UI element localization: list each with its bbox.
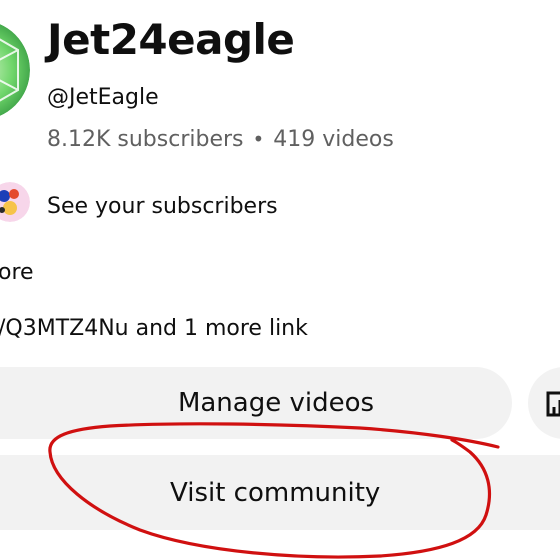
analytics-button[interactable] [528, 367, 560, 439]
subscriber-count: 8.12K subscribers [47, 127, 244, 152]
channel-avatar-graphic [0, 24, 30, 116]
channel-avatar[interactable] [0, 20, 30, 120]
analytics-icon [546, 391, 560, 417]
subscriber-avatar[interactable] [0, 182, 30, 222]
channel-handle: @JetEagle [47, 85, 159, 110]
channel-page: Jet24eagle @JetEagle 8.12K subscribers • 4… [0, 0, 560, 560]
see-subscribers-link[interactable]: See your subscribers [47, 193, 278, 221]
stats-separator: • [252, 127, 265, 151]
video-count: 419 videos [273, 127, 394, 152]
visit-community-button[interactable]: Visit community [0, 455, 560, 530]
manage-videos-button[interactable]: Manage videos [0, 367, 512, 439]
channel-links[interactable]: /Q3MTZ4Nu and 1 more link [0, 315, 308, 343]
channel-stats: 8.12K subscribers • 419 videos [47, 125, 394, 154]
channel-name: Jet24eagle [47, 15, 295, 64]
subscriber-avatar-graphic [0, 182, 30, 222]
description-more[interactable]: ore [0, 259, 34, 287]
